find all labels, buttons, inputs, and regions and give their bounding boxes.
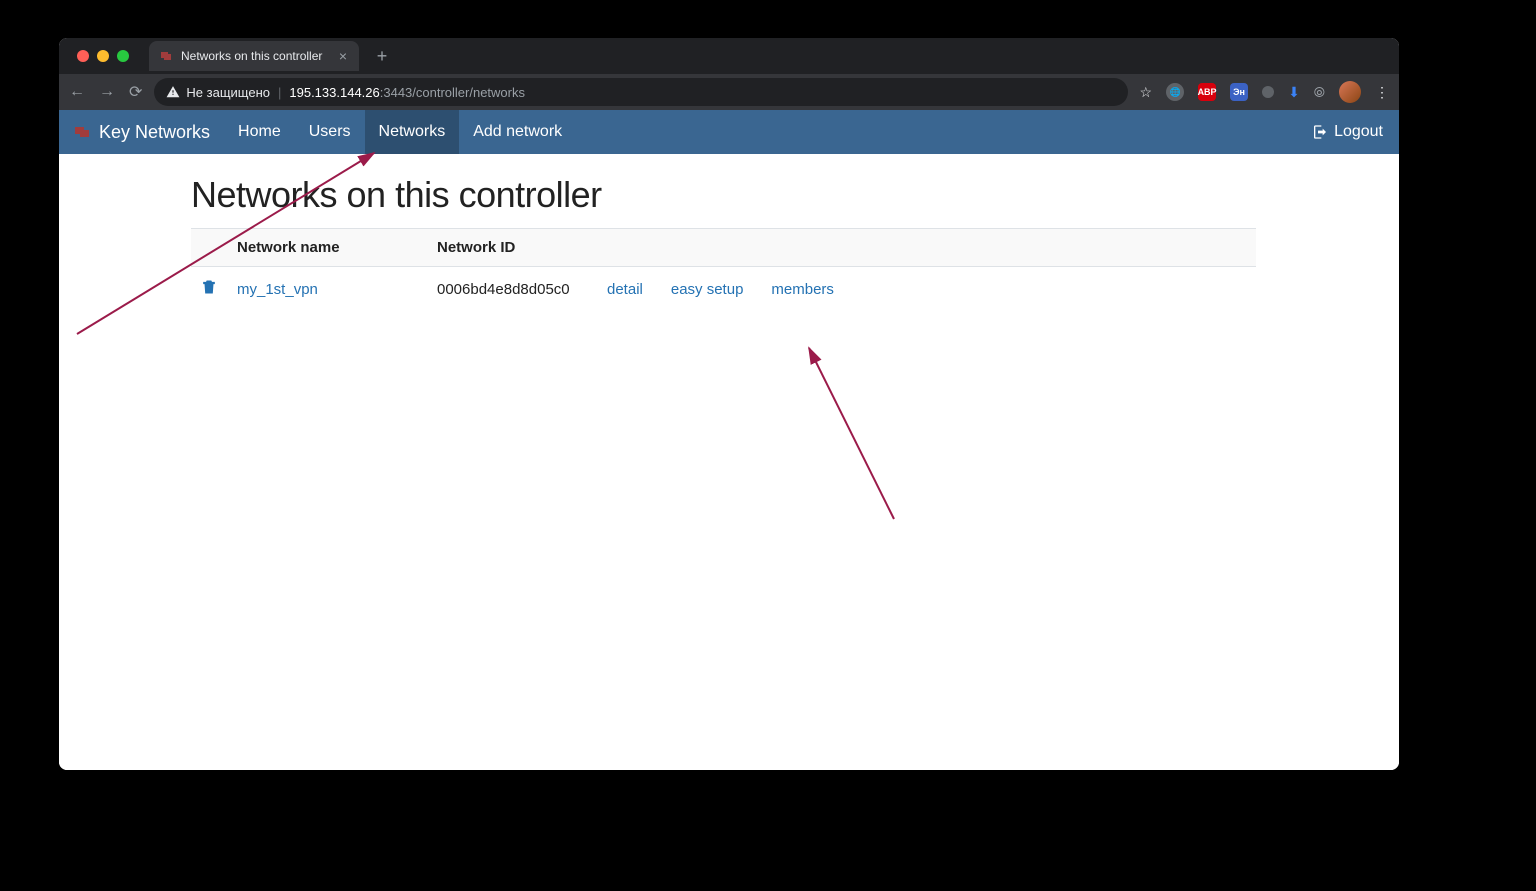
easy-setup-link[interactable]: easy setup	[671, 281, 744, 298]
browser-menu-icon[interactable]: ⋮	[1375, 84, 1389, 101]
network-name-link[interactable]: my_1st_vpn	[237, 281, 318, 298]
logout-label: Logout	[1334, 123, 1383, 141]
extension-abp-icon[interactable]: ABP	[1198, 83, 1216, 101]
minimize-window-button[interactable]	[97, 50, 109, 62]
network-id: 0006bd4e8d8d05c0	[437, 281, 570, 298]
tab-bar: Networks on this controller × +	[59, 38, 1399, 74]
logout-icon	[1312, 124, 1328, 140]
col-network-name: Network name	[227, 229, 427, 267]
brand-label: Key Networks	[99, 122, 210, 143]
forward-button[interactable]: →	[99, 83, 115, 101]
nav-add-network-label: Add network	[473, 123, 562, 141]
networks-table: Network name Network ID my_1st_vpn 000	[191, 228, 1256, 311]
nav-home-label: Home	[238, 123, 281, 141]
bookmark-star-icon[interactable]: ☆	[1140, 84, 1153, 101]
url-host: 195.133.144.26	[289, 85, 379, 100]
page-content: Networks on this controller Network name…	[59, 154, 1399, 770]
close-window-button[interactable]	[77, 50, 89, 62]
extension-icons: ☆ 🌐 ABP Эн ⬇ ⦾ ⋮	[1140, 81, 1390, 103]
browser-toolbar: ← → ⟳ Не защищено | 195.133.144.26:3443/…	[59, 74, 1399, 110]
url: 195.133.144.26:3443/controller/networks	[289, 85, 525, 100]
window-controls	[69, 50, 137, 62]
nav-users-label: Users	[309, 123, 351, 141]
separator: |	[278, 85, 281, 100]
address-bar[interactable]: Не защищено | 195.133.144.26:3443/contro…	[154, 78, 1127, 106]
tab-title: Networks on this controller	[181, 49, 322, 63]
detail-link[interactable]: detail	[607, 281, 643, 298]
brand-logo-icon	[73, 123, 91, 141]
page-title: Networks on this controller	[191, 174, 1256, 216]
maximize-window-button[interactable]	[117, 50, 129, 62]
row-actions: detail easy setup members	[607, 281, 1246, 298]
extension-translate-icon[interactable]: Эн	[1230, 83, 1248, 101]
new-tab-button[interactable]: +	[369, 46, 395, 67]
url-rest: :3443/controller/networks	[380, 85, 525, 100]
extension-download-icon[interactable]: ⬇	[1288, 84, 1300, 101]
insecure-label: Не защищено	[186, 85, 270, 100]
brand[interactable]: Key Networks	[59, 122, 224, 143]
browser-tab[interactable]: Networks on this controller ×	[149, 41, 359, 71]
annotation-arrow-members	[809, 348, 894, 519]
nav-add-network[interactable]: Add network	[459, 110, 576, 154]
extension-globe-icon[interactable]: 🌐	[1166, 83, 1184, 101]
col-network-id: Network ID	[427, 229, 597, 267]
nav-home[interactable]: Home	[224, 110, 295, 154]
nav-networks-label: Networks	[379, 123, 446, 141]
warning-icon	[166, 85, 180, 99]
nav-buttons: ← → ⟳	[69, 82, 142, 102]
members-link[interactable]: members	[771, 281, 834, 298]
logout-button[interactable]: Logout	[1296, 123, 1399, 141]
profile-avatar[interactable]	[1339, 81, 1361, 103]
delete-network-icon[interactable]	[201, 282, 217, 299]
extension-dot-icon[interactable]	[1262, 86, 1274, 98]
close-tab-icon[interactable]: ×	[339, 48, 347, 64]
extension-misc-icon[interactable]: ⦾	[1314, 84, 1325, 101]
back-button[interactable]: ←	[69, 83, 85, 101]
table-row: my_1st_vpn 0006bd4e8d8d05c0 detail easy …	[191, 267, 1256, 312]
nav-users[interactable]: Users	[295, 110, 365, 154]
app-navbar: Key Networks Home Users Networks Add net…	[59, 110, 1399, 154]
tab-favicon-icon	[159, 49, 173, 63]
reload-button[interactable]: ⟳	[129, 82, 142, 102]
security-indicator[interactable]: Не защищено	[166, 85, 270, 100]
nav-networks[interactable]: Networks	[365, 110, 460, 154]
browser-window: Networks on this controller × + ← → ⟳ Не…	[59, 38, 1399, 770]
